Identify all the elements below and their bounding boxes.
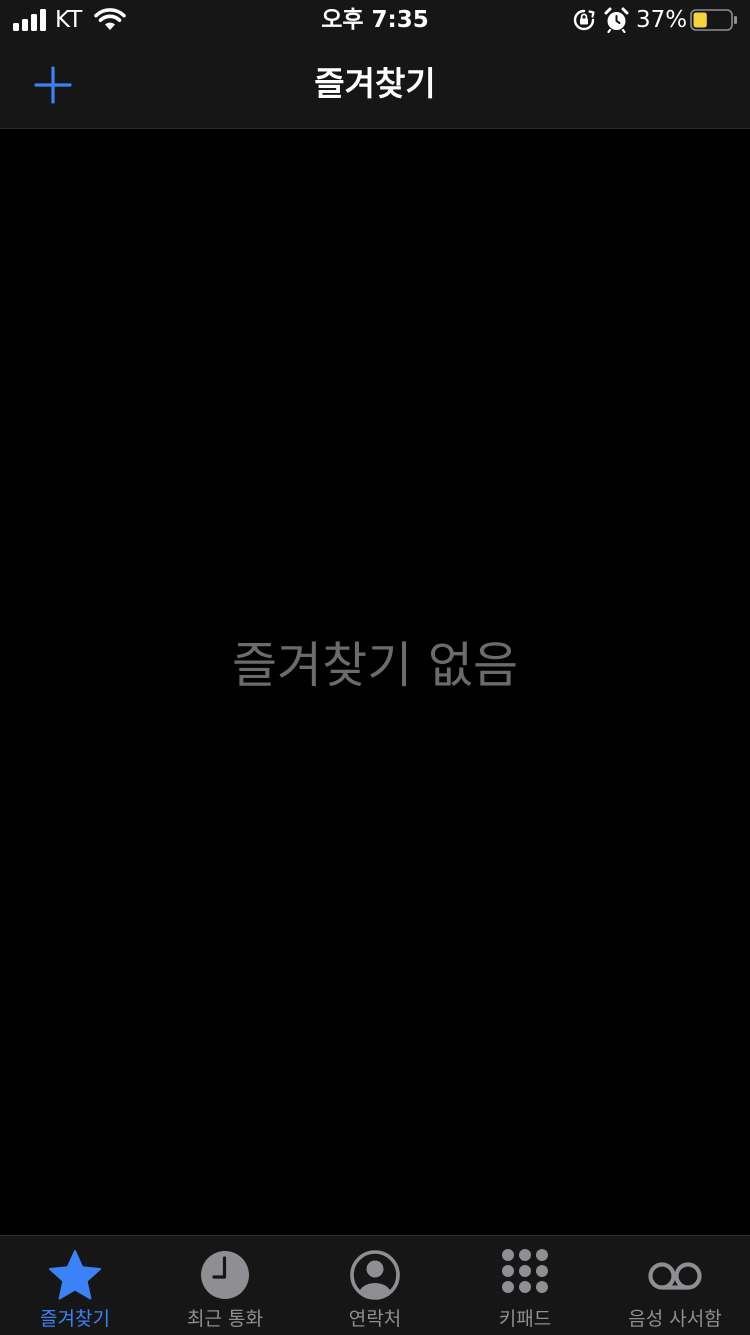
tab-label: 최근 통화 bbox=[187, 1308, 263, 1330]
contact-icon bbox=[350, 1250, 400, 1300]
plus-icon bbox=[34, 66, 72, 104]
page-title: 즐겨찾기 bbox=[314, 64, 436, 103]
tab-contacts[interactable]: 연락처 bbox=[300, 1236, 450, 1335]
tab-keypad[interactable]: 키패드 bbox=[450, 1236, 600, 1335]
tab-recents[interactable]: 최근 통화 bbox=[150, 1236, 300, 1335]
battery-fill bbox=[693, 12, 707, 28]
wifi-icon bbox=[94, 8, 126, 30]
navigation-bar: 즐겨찾기 bbox=[0, 40, 750, 129]
keypad-icon bbox=[502, 1249, 548, 1293]
tab-label: 키패드 bbox=[498, 1308, 552, 1330]
orientation-lock-icon bbox=[573, 9, 595, 31]
tab-label: 즐겨찾기 bbox=[40, 1308, 110, 1330]
add-favorite-button[interactable] bbox=[30, 62, 76, 108]
clock-icon bbox=[201, 1251, 249, 1299]
battery-percentage: 37% bbox=[636, 7, 688, 33]
tab-label: 연락처 bbox=[348, 1308, 402, 1330]
empty-state-message: 즐겨찾기 없음 bbox=[231, 637, 519, 694]
cellular-signal-icon bbox=[13, 9, 46, 31]
carrier-name: KT bbox=[55, 7, 83, 33]
favorites-list: 즐겨찾기 없음 bbox=[0, 129, 750, 1235]
status-bar: KT 오후 7:35 37% bbox=[0, 0, 750, 40]
tab-label: 음성 사서함 bbox=[628, 1308, 722, 1330]
alarm-icon bbox=[604, 7, 629, 33]
tab-bar: 즐겨찾기 최근 통화 연락처 키패드 음성 사서함 bbox=[0, 1235, 750, 1335]
battery-icon bbox=[690, 9, 737, 31]
voicemail-icon bbox=[648, 1262, 702, 1290]
tab-favorites[interactable]: 즐겨찾기 bbox=[0, 1236, 150, 1335]
tab-voicemail[interactable]: 음성 사서함 bbox=[600, 1236, 750, 1335]
star-icon bbox=[49, 1250, 101, 1300]
